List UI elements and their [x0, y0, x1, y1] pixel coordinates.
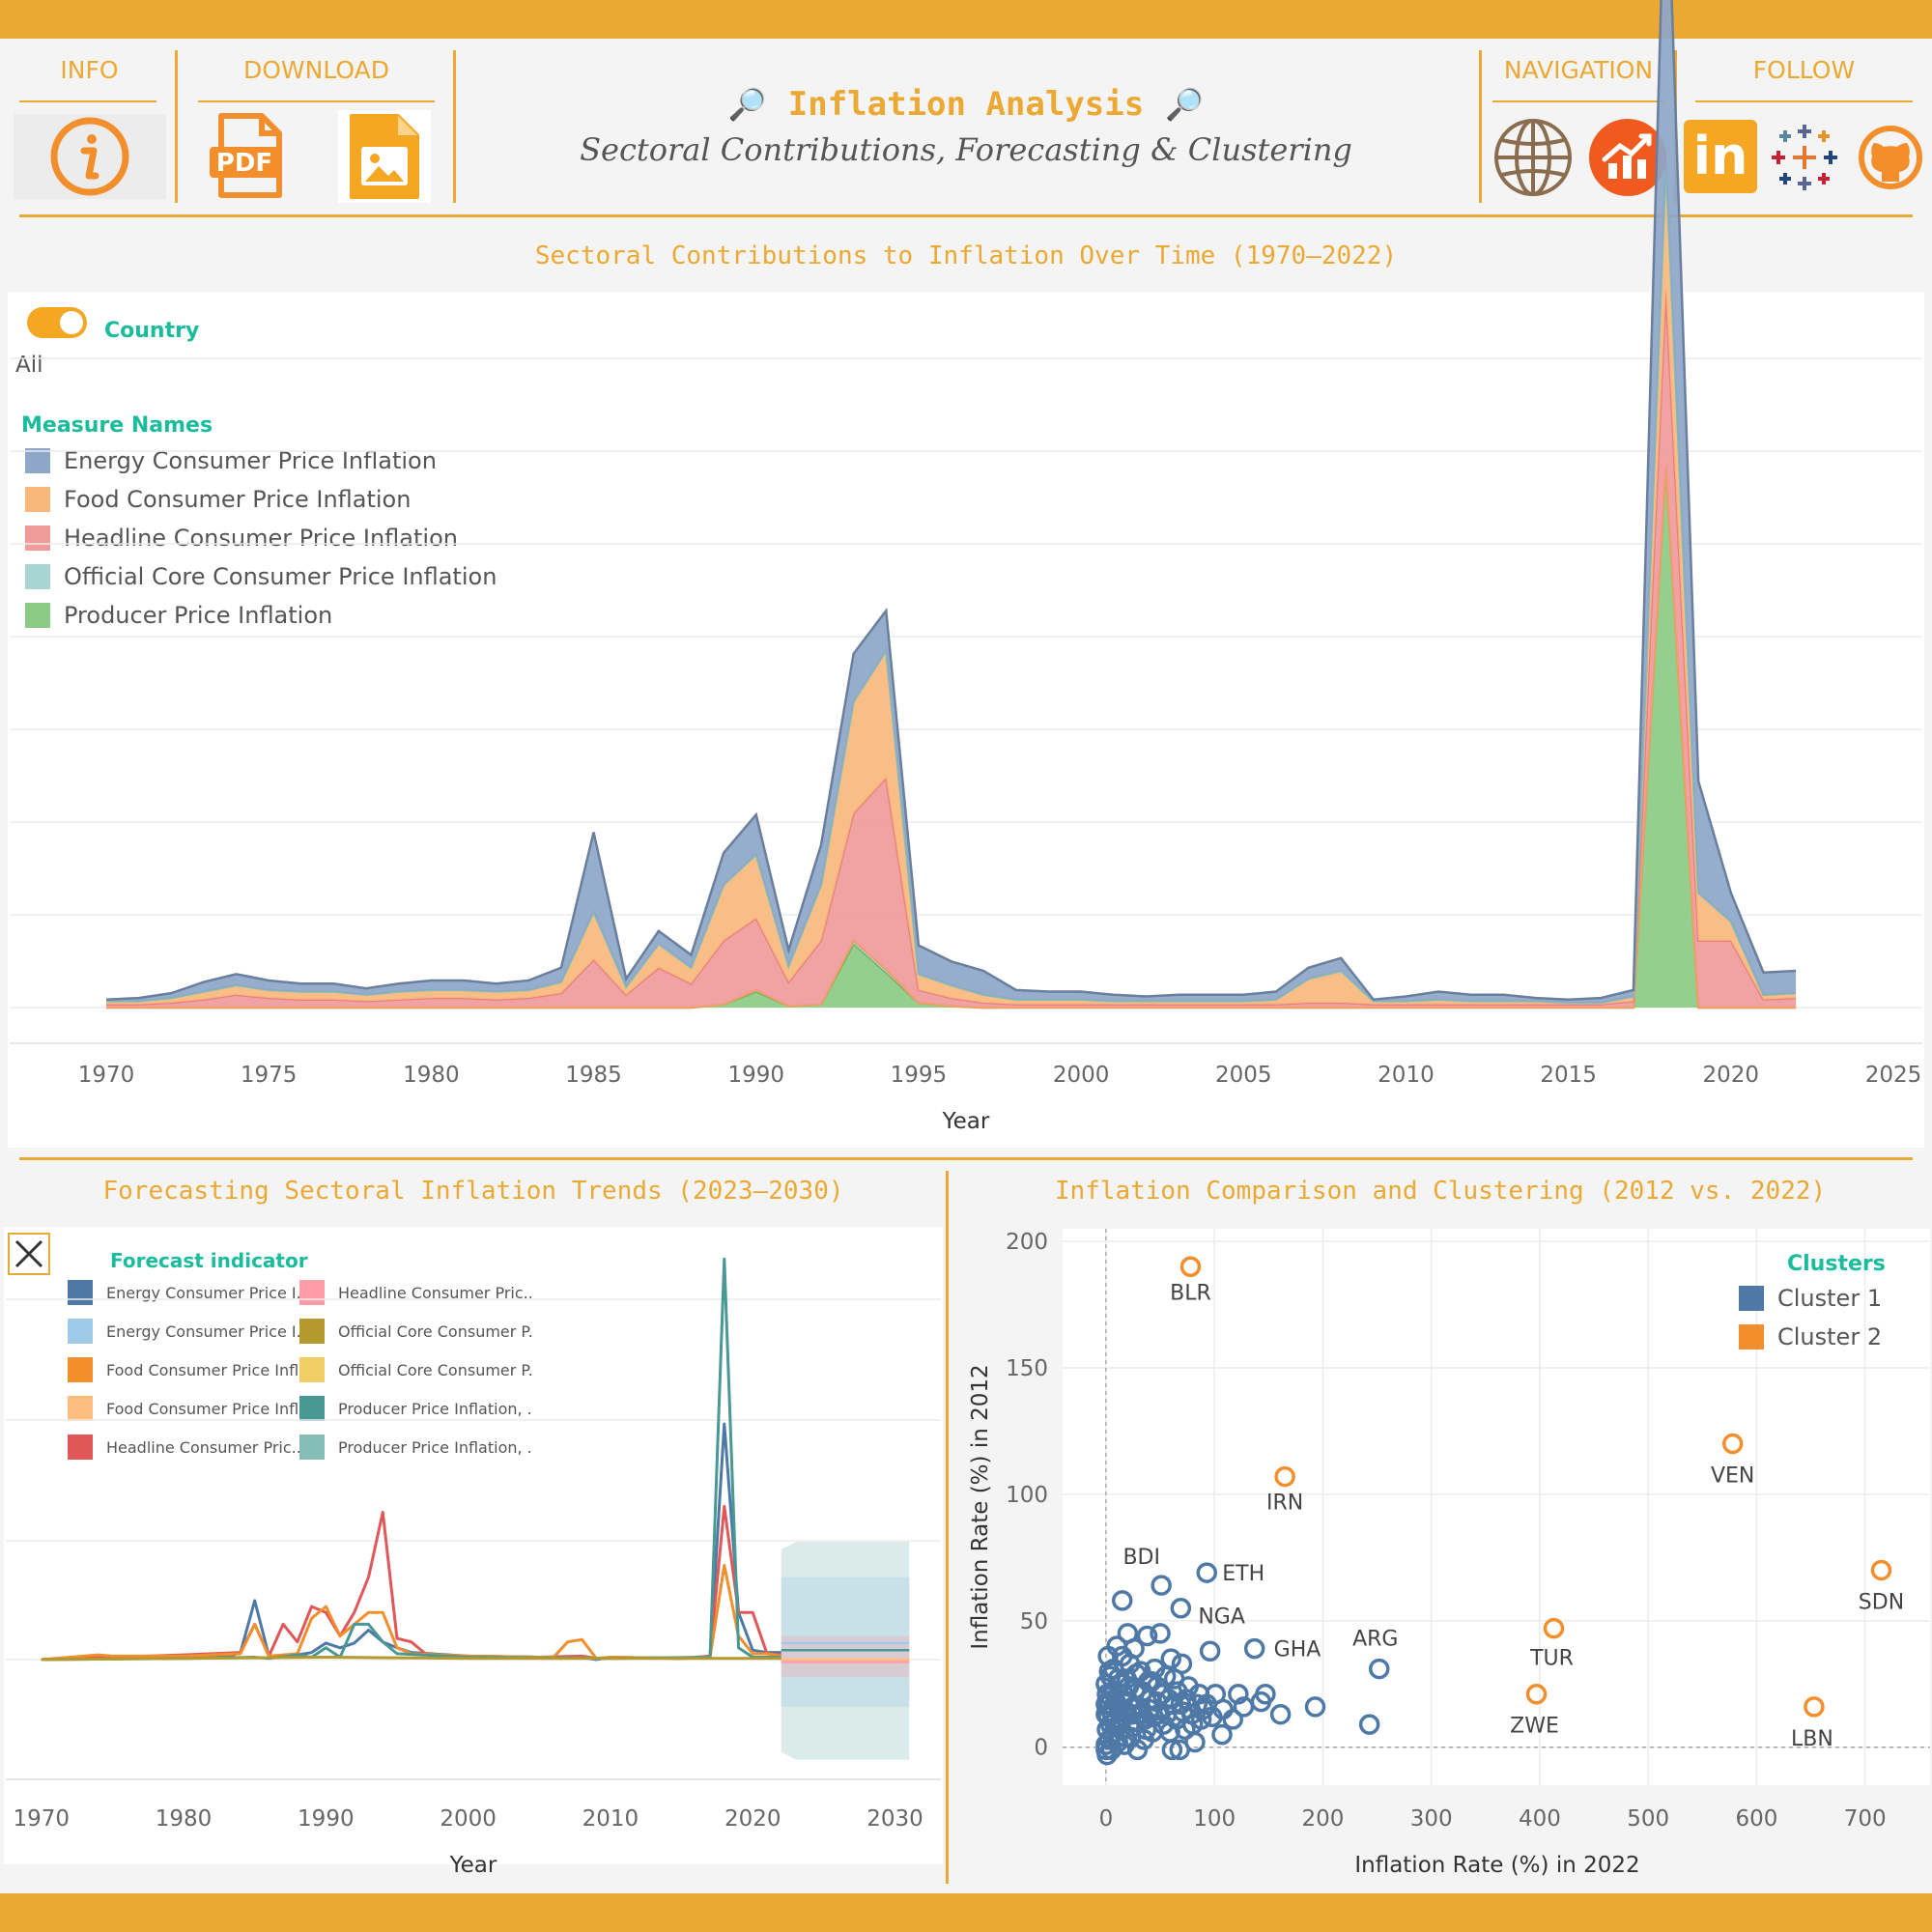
x-tick-label: 400	[1519, 1806, 1561, 1832]
y-axis-title: Inflation Rate (%) in 2012	[968, 1364, 993, 1649]
x-tick-label: 300	[1410, 1806, 1453, 1832]
bottom-accent-bar	[0, 1893, 1932, 1932]
scatter-chart: 0 100 200 300 400 500 600 700 0 50 100 150 200 Inflat…	[968, 1229, 1930, 1878]
clusters-legend: Cluster 1 Cluster 2	[1739, 1279, 1882, 1356]
legend-label: Cluster 1	[1777, 1285, 1883, 1312]
scatter-point-label: ARG	[1352, 1628, 1398, 1652]
x-tick-label: 700	[1844, 1806, 1887, 1832]
legend-swatch	[1739, 1324, 1764, 1350]
scatter-point-label: BDI	[1122, 1546, 1160, 1570]
scatter-point-label: BLR	[1170, 1281, 1211, 1305]
scatter-point-label: IRN	[1266, 1492, 1303, 1516]
x-tick-label: 100	[1193, 1806, 1236, 1832]
x-axis-title: Inflation Rate (%) in 2022	[1354, 1853, 1639, 1878]
scatter-point-label: SDN	[1859, 1590, 1904, 1614]
y-tick-label: 150	[1006, 1356, 1048, 1381]
scatter-point-label: TUR	[1529, 1647, 1574, 1671]
x-tick-label: 200	[1301, 1806, 1344, 1832]
scatter-point-label: ETH	[1222, 1562, 1264, 1586]
x-tick-label: 0	[1099, 1806, 1114, 1832]
y-tick-label: 50	[1020, 1609, 1048, 1634]
legend-swatch	[1739, 1286, 1764, 1311]
scatter-point-label: GHA	[1274, 1638, 1321, 1662]
scatter-point-label: LBN	[1791, 1727, 1833, 1751]
legend-label: Cluster 2	[1777, 1323, 1883, 1350]
cluster-legend-item[interactable]: Cluster 1	[1739, 1279, 1882, 1318]
cluster-legend-item[interactable]: Cluster 2	[1739, 1318, 1882, 1356]
scatter-point-label: ZWE	[1510, 1715, 1559, 1739]
x-tick-label: 500	[1627, 1806, 1669, 1832]
scatter-point-label: NGA	[1198, 1605, 1245, 1630]
x-tick-label: 600	[1735, 1806, 1777, 1832]
scatter-point-label: VEN	[1711, 1464, 1754, 1489]
y-tick-label: 0	[1034, 1736, 1048, 1761]
y-tick-label: 100	[1006, 1483, 1048, 1508]
y-tick-label: 200	[1006, 1230, 1048, 1255]
clusters-legend-title: Clusters	[1787, 1252, 1886, 1276]
